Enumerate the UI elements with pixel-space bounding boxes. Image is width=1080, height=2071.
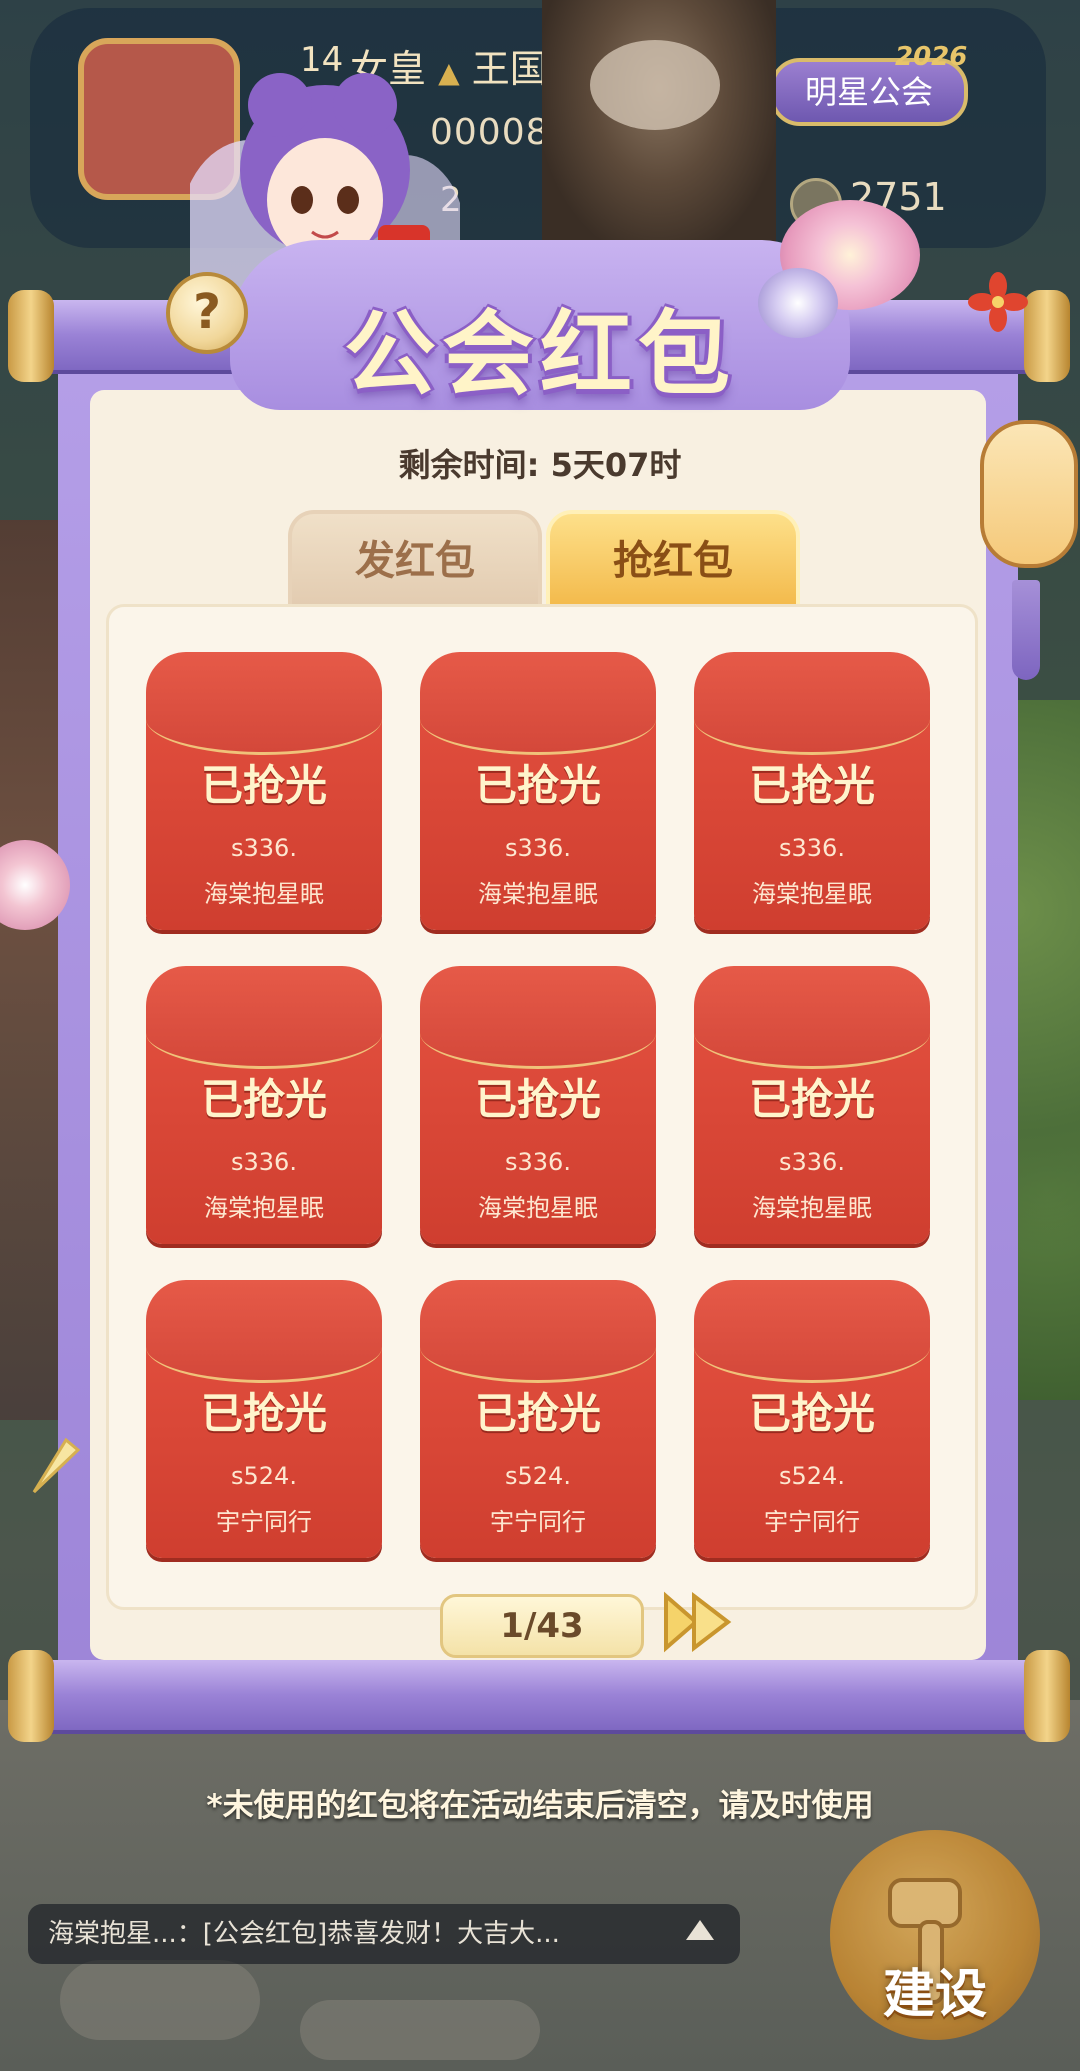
- flower-decoration: [758, 268, 838, 338]
- envelope-server: s336.: [231, 1148, 297, 1176]
- envelope-status: 已抢光: [748, 761, 875, 810]
- envelope-flap: [146, 966, 382, 1069]
- envelope-sender: 海棠抱星眠: [478, 880, 598, 908]
- background-stone: [300, 2000, 540, 2060]
- panel-title: 公会红包: [343, 301, 736, 408]
- envelope-sender: 海棠抱星眠: [752, 1194, 872, 1222]
- red-packet-envelope[interactable]: 已抢光 s524. 宇宁同行: [694, 1280, 930, 1558]
- envelope-sender: 海棠抱星眠: [478, 1194, 598, 1222]
- otter-face: [590, 40, 720, 130]
- lantern-tassel: [1012, 580, 1040, 680]
- red-flower-decoration: [968, 272, 1028, 332]
- player-name-suffix: 王国: [471, 47, 548, 91]
- help-icon: ?: [193, 284, 221, 340]
- envelope-server: s336.: [779, 1148, 845, 1176]
- rod-cap: [8, 290, 54, 382]
- red-packet-envelope[interactable]: 已抢光 s336. 海棠抱星眠: [694, 652, 930, 930]
- envelope-flap: [420, 1280, 656, 1383]
- sparkle-arrow-decoration: [32, 1437, 81, 1494]
- envelope-sender: 海棠抱星眠: [204, 880, 324, 908]
- envelope-status: 已抢光: [748, 1389, 875, 1438]
- envelope-server: s336.: [505, 834, 571, 862]
- red-packet-envelope[interactable]: 已抢光 s336. 海棠抱星眠: [146, 966, 382, 1244]
- envelope-flap: [694, 966, 930, 1069]
- red-packet-envelope[interactable]: 已抢光 s336. 海棠抱星眠: [420, 652, 656, 930]
- envelope-server: s524.: [231, 1462, 297, 1490]
- help-button[interactable]: ?: [166, 272, 248, 354]
- envelope-server: s336.: [505, 1148, 571, 1176]
- page-indicator: 1/43: [440, 1594, 644, 1658]
- envelope-flap: [146, 652, 382, 755]
- year-badge: 2026: [895, 42, 968, 72]
- envelope-status: 已抢光: [474, 761, 601, 810]
- tab-grab-red-packet[interactable]: 抢红包: [546, 510, 800, 608]
- envelope-status: 已抢光: [200, 1075, 327, 1124]
- chat-message: 海棠抱星...：[公会红包]恭喜发财！大吉大...: [48, 1919, 560, 1949]
- red-packet-envelope[interactable]: 已抢光 s336. 海棠抱星眠: [694, 966, 930, 1244]
- tab-send-red-packet[interactable]: 发红包: [288, 510, 542, 608]
- envelope-status: 已抢光: [474, 1389, 601, 1438]
- expiry-notice: *未使用的红包将在活动结束后清空，请及时使用: [206, 1788, 874, 1824]
- envelope-flap: [694, 1280, 930, 1383]
- envelope-sender: 宇宁同行: [216, 1508, 312, 1536]
- build-button-label: 建设: [882, 1965, 987, 2025]
- lantern-icon: [980, 420, 1078, 568]
- red-packet-envelope[interactable]: 已抢光 s336. 海棠抱星眠: [146, 652, 382, 930]
- envelope-status: 已抢光: [748, 1075, 875, 1124]
- envelope-sender: 宇宁同行: [490, 1508, 586, 1536]
- rod-cap: [8, 1650, 54, 1742]
- red-packet-envelope[interactable]: 已抢光 s524. 宇宁同行: [420, 1280, 656, 1558]
- envelope-flap: [420, 652, 656, 755]
- rod-cap: [1024, 290, 1070, 382]
- scroll-rod-bottom: [14, 1660, 1066, 1730]
- remaining-time: 剩余时间: 5天07时: [398, 446, 682, 484]
- envelope-status: 已抢光: [474, 1075, 601, 1124]
- red-packet-envelope[interactable]: 已抢光 s524. 宇宁同行: [146, 1280, 382, 1558]
- envelope-status: 已抢光: [200, 761, 327, 810]
- red-packet-envelope[interactable]: 已抢光 s336. 海棠抱星眠: [420, 966, 656, 1244]
- envelope-server: s336.: [231, 834, 297, 862]
- chat-expand-icon[interactable]: [686, 1920, 714, 1940]
- envelope-status: 已抢光: [200, 1389, 327, 1438]
- envelope-server: s524.: [505, 1462, 571, 1490]
- chat-bar[interactable]: 海棠抱星...：[公会红包]恭喜发财！大吉大...: [28, 1904, 740, 1964]
- envelope-sender: 海棠抱星眠: [204, 1194, 324, 1222]
- envelope-server: s524.: [779, 1462, 845, 1490]
- envelope-sender: 宇宁同行: [764, 1508, 860, 1536]
- next-page-icon[interactable]: [656, 1588, 736, 1656]
- background-stone: [60, 1960, 260, 2040]
- envelope-flap: [694, 652, 930, 755]
- envelope-flap: [420, 966, 656, 1069]
- envelope-server: s336.: [779, 834, 845, 862]
- envelope-flap: [146, 1280, 382, 1383]
- rod-cap: [1024, 1650, 1070, 1742]
- envelope-sender: 海棠抱星眠: [752, 880, 872, 908]
